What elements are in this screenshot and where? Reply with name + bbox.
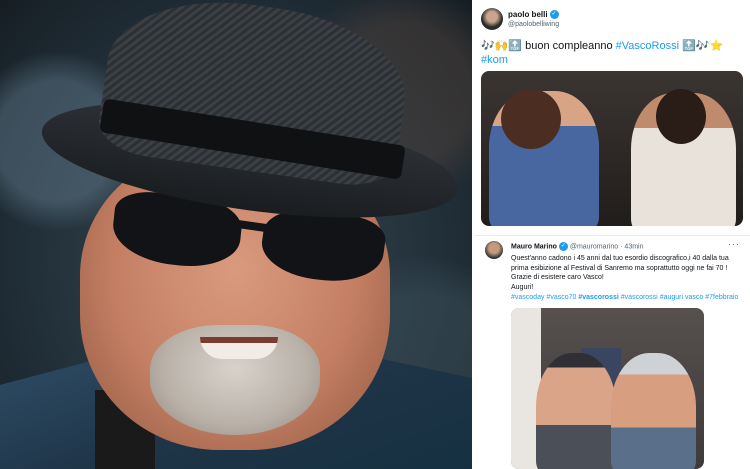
photo-smile xyxy=(200,337,278,359)
tweet-paolo-belli[interactable]: paolo belli ✓ @paolobelliwing 🎶🙌🔝 buon co… xyxy=(475,0,750,235)
hashtag-link[interactable]: #kom xyxy=(481,54,508,66)
tweet-author-name[interactable]: paolo belli ✓ xyxy=(508,10,559,20)
portrait-photo xyxy=(0,0,472,469)
tweet-header: Mauro Marino ✓ @mauromarino · 43min xyxy=(511,242,644,251)
tweet-mauro-marino[interactable]: Mauro Marino ✓ @mauromarino · 43min ··· Q… xyxy=(475,236,750,469)
tweet-text: 🎶🙌🔝 buon compleanno #VascoRossi 🔝🎶⭐ #kom xyxy=(481,39,743,67)
photo-person-right xyxy=(611,353,696,469)
tweet-photo[interactable] xyxy=(511,308,704,469)
avatar[interactable] xyxy=(485,241,503,259)
photo-hair-left xyxy=(501,89,561,149)
tweet-timestamp[interactable]: 43min xyxy=(624,243,643,250)
hashtag-link[interactable]: #VascoRossi xyxy=(616,40,679,52)
hashtag-link[interactable]: #vascorossi xyxy=(578,294,618,301)
hashtag-link[interactable]: #vascorossi xyxy=(621,294,658,301)
verified-badge-icon: ✓ xyxy=(558,242,568,251)
tweet-text: Quest'anno cadono i 45 anni dal tuo esor… xyxy=(511,254,741,292)
photo-hair-right xyxy=(656,89,706,144)
hashtag-link[interactable]: #vascoday xyxy=(511,294,544,301)
tweet-text-suffix: 🔝🎶⭐ xyxy=(679,40,724,52)
tweet-closing: Auguri! xyxy=(511,283,534,291)
tweet-body: Quest'anno cadono i 45 anni dal tuo esor… xyxy=(511,255,729,281)
hashtag-link[interactable]: #7febbraio xyxy=(705,294,738,301)
hashtag-link[interactable]: #auguri vasco xyxy=(660,294,704,301)
avatar[interactable] xyxy=(481,8,503,30)
tweet-photo[interactable] xyxy=(481,71,743,226)
tweet-hashtags: #vascoday #vasco70 #vascorossi #vascoros… xyxy=(511,294,746,301)
verified-badge-icon: ✓ xyxy=(549,10,559,20)
author-handle[interactable]: @mauromarino xyxy=(570,243,618,250)
more-options-icon[interactable]: ··· xyxy=(728,239,740,249)
author-handle[interactable]: @paolobelliwing xyxy=(508,21,559,28)
tweet-text-prefix: 🎶🙌🔝 buon compleanno xyxy=(481,40,616,52)
author-display-name[interactable]: paolo belli xyxy=(508,10,548,19)
tweets-column: paolo belli ✓ @paolobelliwing 🎶🙌🔝 buon co… xyxy=(475,0,750,469)
hashtag-link[interactable]: #vasco70 xyxy=(546,294,576,301)
author-display-name[interactable]: Mauro Marino xyxy=(511,243,557,250)
photo-person-left xyxy=(536,353,616,469)
